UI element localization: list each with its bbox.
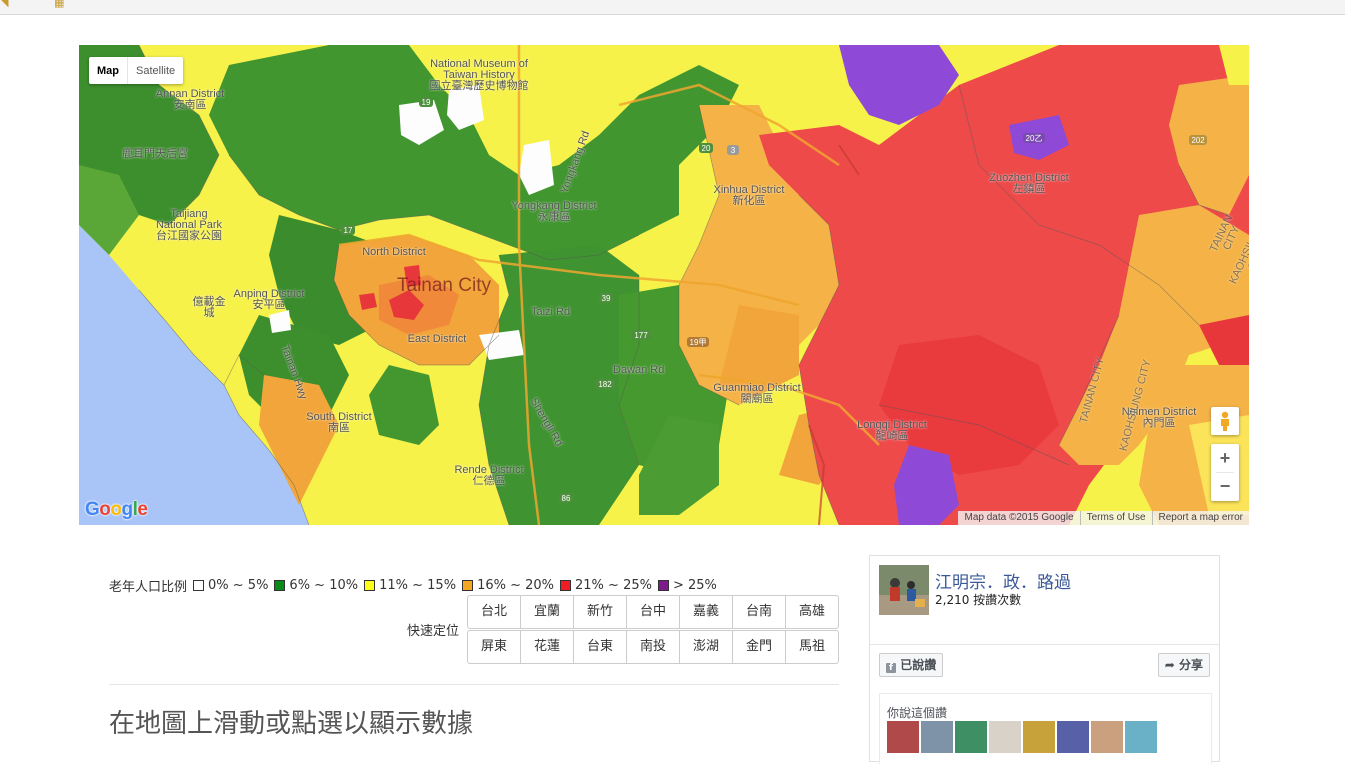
quick-locate-button[interactable]: 台東 [573, 631, 626, 663]
friend-avatar[interactable] [1023, 721, 1055, 753]
quick-locate-button[interactable]: 金門 [732, 631, 785, 663]
share-button[interactable]: ➦ 分享 [1157, 653, 1210, 677]
quick-locate-row: 台北 宜蘭 新竹 台中 嘉義 台南 高雄 [467, 595, 839, 629]
street-view-pegman[interactable] [1211, 407, 1239, 435]
legend-item-label: 11% ~ 15% [379, 578, 457, 593]
pegman-icon [1221, 411, 1229, 431]
zoom-out-button[interactable]: − [1211, 472, 1239, 500]
map-type-satellite-button[interactable]: Satellite [128, 57, 183, 84]
svg-text:20乙: 20乙 [1026, 134, 1043, 143]
route-shield: 19 [419, 97, 433, 107]
friend-avatar[interactable] [1125, 721, 1157, 753]
quick-locate-button[interactable]: 台北 [468, 596, 520, 628]
terms-of-use-link[interactable]: Terms of Use [1079, 511, 1152, 525]
svg-text:39: 39 [602, 294, 611, 303]
svg-text:86: 86 [562, 494, 571, 503]
quick-locate-button[interactable]: 台中 [626, 596, 679, 628]
bookmark-icon[interactable]: ◥ [0, 0, 8, 9]
friend-avatar[interactable] [955, 721, 987, 753]
svg-text:20: 20 [702, 144, 711, 153]
map-viewport[interactable]: Tainan City National Museum of Taiwan Hi… [79, 45, 1249, 525]
legend-swatch [274, 580, 286, 591]
quick-locate-button[interactable]: 花蓮 [520, 631, 573, 663]
google-logo[interactable]: Google [85, 499, 148, 521]
route-shield: 182 [595, 379, 615, 389]
liked-button-label: 已說讚 [900, 658, 937, 672]
legend-item-label: 21% ~ 25% [575, 578, 652, 593]
quick-locate-button[interactable]: 馬祖 [785, 631, 838, 663]
route-shield: 177 [631, 330, 651, 340]
page-avatar[interactable] [879, 565, 929, 615]
svg-text:177: 177 [634, 331, 648, 340]
quick-locate-button[interactable]: 高雄 [785, 596, 838, 628]
quick-locate-button[interactable]: 澎湖 [679, 631, 732, 663]
facebook-page-plugin: 江明宗．政．路過 2,210 按讚次數 f 已說讚 ➦ 分享 你說這個讚 [869, 555, 1220, 764]
legend-item-label: 6% ~ 10% [289, 578, 359, 593]
legend-item-label: > 25% [672, 578, 717, 593]
divider [870, 644, 1219, 645]
route-shield: 3 [727, 145, 739, 155]
route-shield: 17 [341, 225, 355, 235]
route-shields: 19 20 3 17 177 39 182 86 19甲 20乙 202 [341, 97, 1207, 503]
svg-text:17: 17 [344, 226, 353, 235]
friend-avatar[interactable] [1057, 721, 1089, 753]
route-shield: 202 [1189, 135, 1207, 145]
map-type-map-button[interactable]: Map [89, 57, 128, 84]
friend-avatar[interactable] [887, 721, 919, 753]
quick-locate-button[interactable]: 新竹 [573, 596, 626, 628]
friend-avatar[interactable] [1091, 721, 1123, 753]
map-data-text: Map data ©2015 Google [964, 512, 1074, 523]
route-shield: 86 [559, 493, 573, 503]
instruction-heading: 在地圖上滑動或點選以顯示數據 [109, 709, 474, 739]
quick-locate-grid: 台北 宜蘭 新竹 台中 嘉義 台南 高雄 屏東 花蓮 台東 南投 澎湖 金門 馬… [467, 595, 839, 665]
svg-text:182: 182 [598, 380, 612, 389]
legend-item-label: 16% ~ 20% [477, 578, 555, 593]
map-type-control: Map Satellite [89, 57, 184, 84]
legend-swatch [193, 580, 205, 591]
legend-title: 老年人口比例 [109, 580, 188, 595]
legend-swatch [657, 580, 669, 591]
friend-avatar[interactable] [989, 721, 1021, 753]
share-button-label: 分享 [1178, 658, 1203, 672]
quick-locate-button[interactable]: 宜蘭 [520, 596, 573, 628]
friends-like-box: 你說這個讚 [879, 693, 1212, 764]
quick-locate-row: 屏東 花蓮 台東 南投 澎湖 金門 馬祖 [467, 630, 839, 664]
svg-text:3: 3 [731, 146, 736, 155]
quick-locate-button[interactable]: 南投 [626, 631, 679, 663]
legend: 老年人口比例 0% ~ 5% 6% ~ 10% 11% ~ 15% 16% ~ … [109, 576, 717, 595]
route-shield: 20 [699, 143, 713, 153]
friends-like-label: 你說這個讚 [887, 706, 948, 720]
facebook-icon: f [886, 663, 896, 673]
route-shield: 20乙 [1023, 133, 1045, 143]
quick-locate-button[interactable]: 台南 [732, 596, 785, 628]
quick-locate-label: 快速定位 [407, 624, 460, 639]
share-arrow-icon: ➦ [1164, 658, 1175, 672]
avatar-image [879, 565, 929, 615]
bookmark-icon[interactable]: ▦ [54, 0, 64, 9]
legend-swatch [462, 580, 474, 591]
like-count: 2,210 按讚次數 [935, 593, 1022, 607]
legend-item-label: 0% ~ 5% [208, 578, 269, 593]
map-attribution: Map data ©2015 Google Terms of Use Repor… [958, 511, 1249, 525]
svg-text:202: 202 [1191, 136, 1205, 145]
zoom-control: + − [1211, 444, 1239, 501]
report-map-error-link[interactable]: Report a map error [1151, 511, 1249, 525]
svg-text:19甲: 19甲 [690, 338, 707, 347]
route-shield: 39 [599, 293, 613, 303]
friend-avatar[interactable] [921, 721, 953, 753]
divider [109, 684, 839, 685]
browser-toolbar: ◥ ▦ [0, 0, 1345, 15]
route-shield: 19甲 [687, 337, 709, 347]
liked-button[interactable]: f 已說讚 [879, 653, 944, 677]
page-name-link[interactable]: 江明宗．政．路過 [935, 568, 1071, 593]
svg-text:19: 19 [422, 98, 431, 107]
zoom-in-button[interactable]: + [1211, 444, 1239, 472]
legend-swatch [560, 580, 572, 591]
legend-swatch [364, 580, 376, 591]
quick-locate-button[interactable]: 嘉義 [679, 596, 732, 628]
quick-locate-button[interactable]: 屏東 [468, 631, 520, 663]
